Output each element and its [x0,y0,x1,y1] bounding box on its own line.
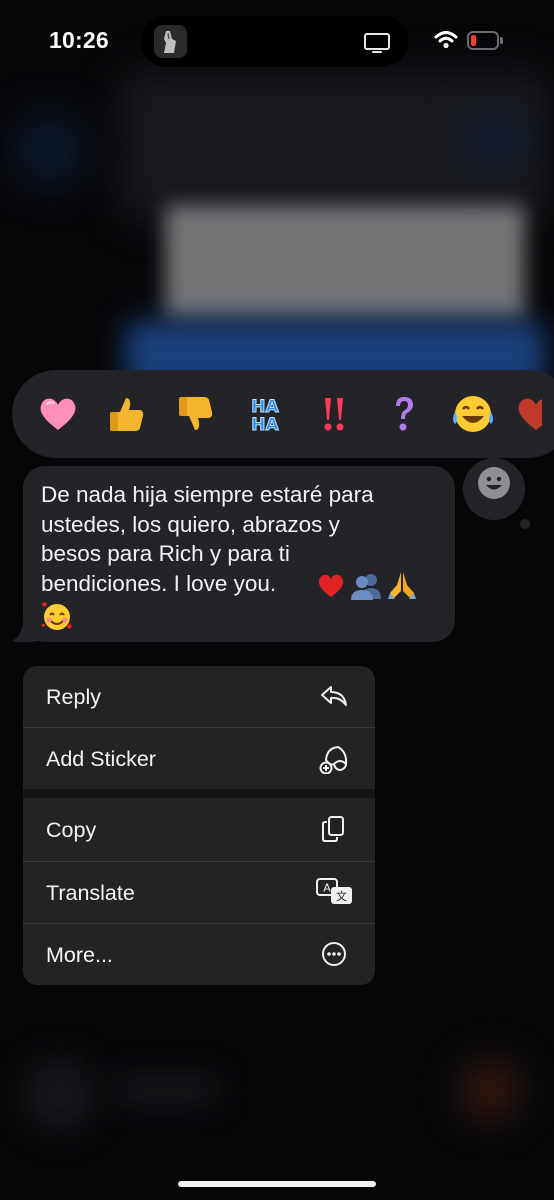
svg-text:文: 文 [336,889,347,903]
double-exclamation-icon[interactable] [310,390,358,438]
svg-text:HA: HA [251,397,279,417]
copy-icon [318,813,350,845]
reply-menu-item[interactable]: Reply [23,666,375,728]
tears-of-joy-icon[interactable] [449,390,497,438]
copy-label: Copy [46,818,97,842]
busts-in-silhouette-emoji [350,571,382,606]
smiling-face-with-hearts-emoji [40,601,74,638]
red-heart-emoji [316,570,346,605]
heart-icon[interactable] [34,390,82,438]
message-line: besos para Rich y para ti [41,541,290,566]
reaction-bar-tail-dot [520,519,530,529]
dynamic-island[interactable] [141,16,408,67]
tv-icon [363,32,391,59]
reply-arrow-icon [318,680,350,712]
add-sticker-icon [318,742,350,775]
thumbs-up-icon[interactable] [102,390,150,438]
translate-icon: A文 [315,876,355,908]
status-time: 10:26 [49,27,109,53]
ellipsis-circle-icon [318,938,350,970]
add-sticker-menu-item[interactable]: Add Sticker [23,728,375,790]
add-sticker-label: Add Sticker [46,747,156,771]
svg-text:HA: HA [251,415,279,435]
folded-hands-emoji [386,569,418,606]
translate-label: Translate [46,881,135,905]
heart-partial-icon[interactable] [512,390,542,438]
haha-icon[interactable]: HA HA [241,390,289,438]
svg-text:A: A [323,882,331,895]
tapback-reaction-bar: HA HA [12,370,554,458]
translate-menu-item[interactable]: Translate A文 [23,862,375,924]
message-line: De nada hija siempre estaré para [41,482,374,507]
message-line: ustedes, los quiero, abrazos y [41,511,340,537]
live-activity-app-icon [154,25,187,58]
wifi-icon [434,31,458,54]
message-context-menu: Reply Add Sticker Copy Translate A文 More… [23,666,375,985]
emoji-sticker-icon[interactable] [477,466,511,505]
message-bubble-tail [12,620,42,649]
question-icon[interactable] [380,390,428,438]
more-label: More... [46,943,113,967]
copy-menu-item[interactable]: Copy [23,799,375,861]
more-menu-item[interactable]: More... [23,924,375,985]
reply-label: Reply [46,685,101,709]
home-indicator[interactable] [178,1181,376,1187]
thumbs-down-icon[interactable] [171,390,219,438]
battery-icon [467,31,503,50]
